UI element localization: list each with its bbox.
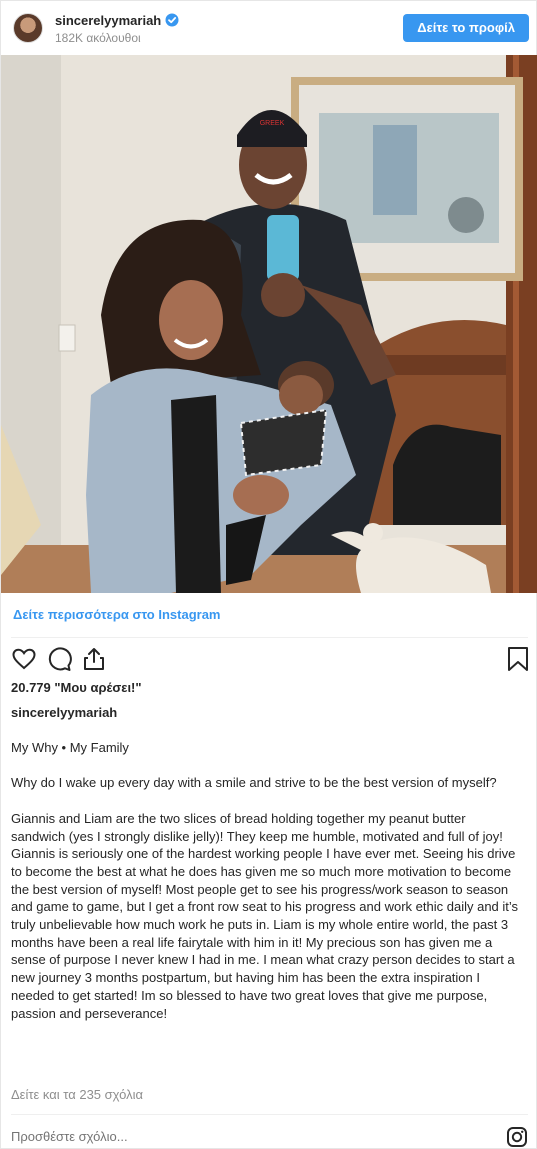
view-more-on-instagram-link[interactable]: Δείτε περισσότερα στο Instagram bbox=[13, 607, 221, 622]
divider bbox=[11, 637, 528, 638]
caption-line-3: Giannis and Liam are the two slices of b… bbox=[11, 810, 522, 1021]
instagram-logo-icon[interactable] bbox=[506, 1126, 528, 1148]
comment-icon[interactable] bbox=[46, 646, 72, 672]
divider bbox=[11, 1114, 528, 1115]
follower-count: 182K ακόλουθοι bbox=[55, 31, 141, 45]
post-caption: My Why • My Family Why do I wake up ever… bbox=[11, 739, 523, 1022]
share-icon[interactable] bbox=[81, 646, 107, 672]
username-link[interactable]: sincerelyymariah bbox=[55, 13, 161, 28]
heart-icon[interactable] bbox=[11, 646, 37, 672]
view-profile-button[interactable]: Δείτε το προφίλ bbox=[403, 14, 529, 42]
view-all-comments-link[interactable]: Δείτε και τα 235 σχόλια bbox=[11, 1087, 143, 1102]
post-photo[interactable]: GREEK bbox=[1, 55, 537, 593]
bookmark-icon[interactable] bbox=[505, 646, 531, 672]
family-photo-illustration: GREEK bbox=[1, 55, 537, 593]
cap-logo-text: GREEK bbox=[260, 120, 285, 127]
caption-username[interactable]: sincerelyymariah bbox=[11, 705, 117, 720]
caption-line-1: My Why • My Family bbox=[11, 740, 129, 755]
add-comment-input[interactable] bbox=[11, 1129, 411, 1144]
instagram-embed: sincerelyymariah 182K ακόλουθοι Δείτε το… bbox=[0, 0, 537, 1149]
post-header: sincerelyymariah 182K ακόλουθοι Δείτε το… bbox=[1, 1, 537, 55]
like-count[interactable]: 20.779 "Μου αρέσει!" bbox=[11, 680, 142, 695]
verified-badge-icon bbox=[165, 13, 179, 27]
caption-line-2: Why do I wake up every day with a smile … bbox=[11, 775, 497, 791]
avatar[interactable] bbox=[13, 13, 43, 43]
